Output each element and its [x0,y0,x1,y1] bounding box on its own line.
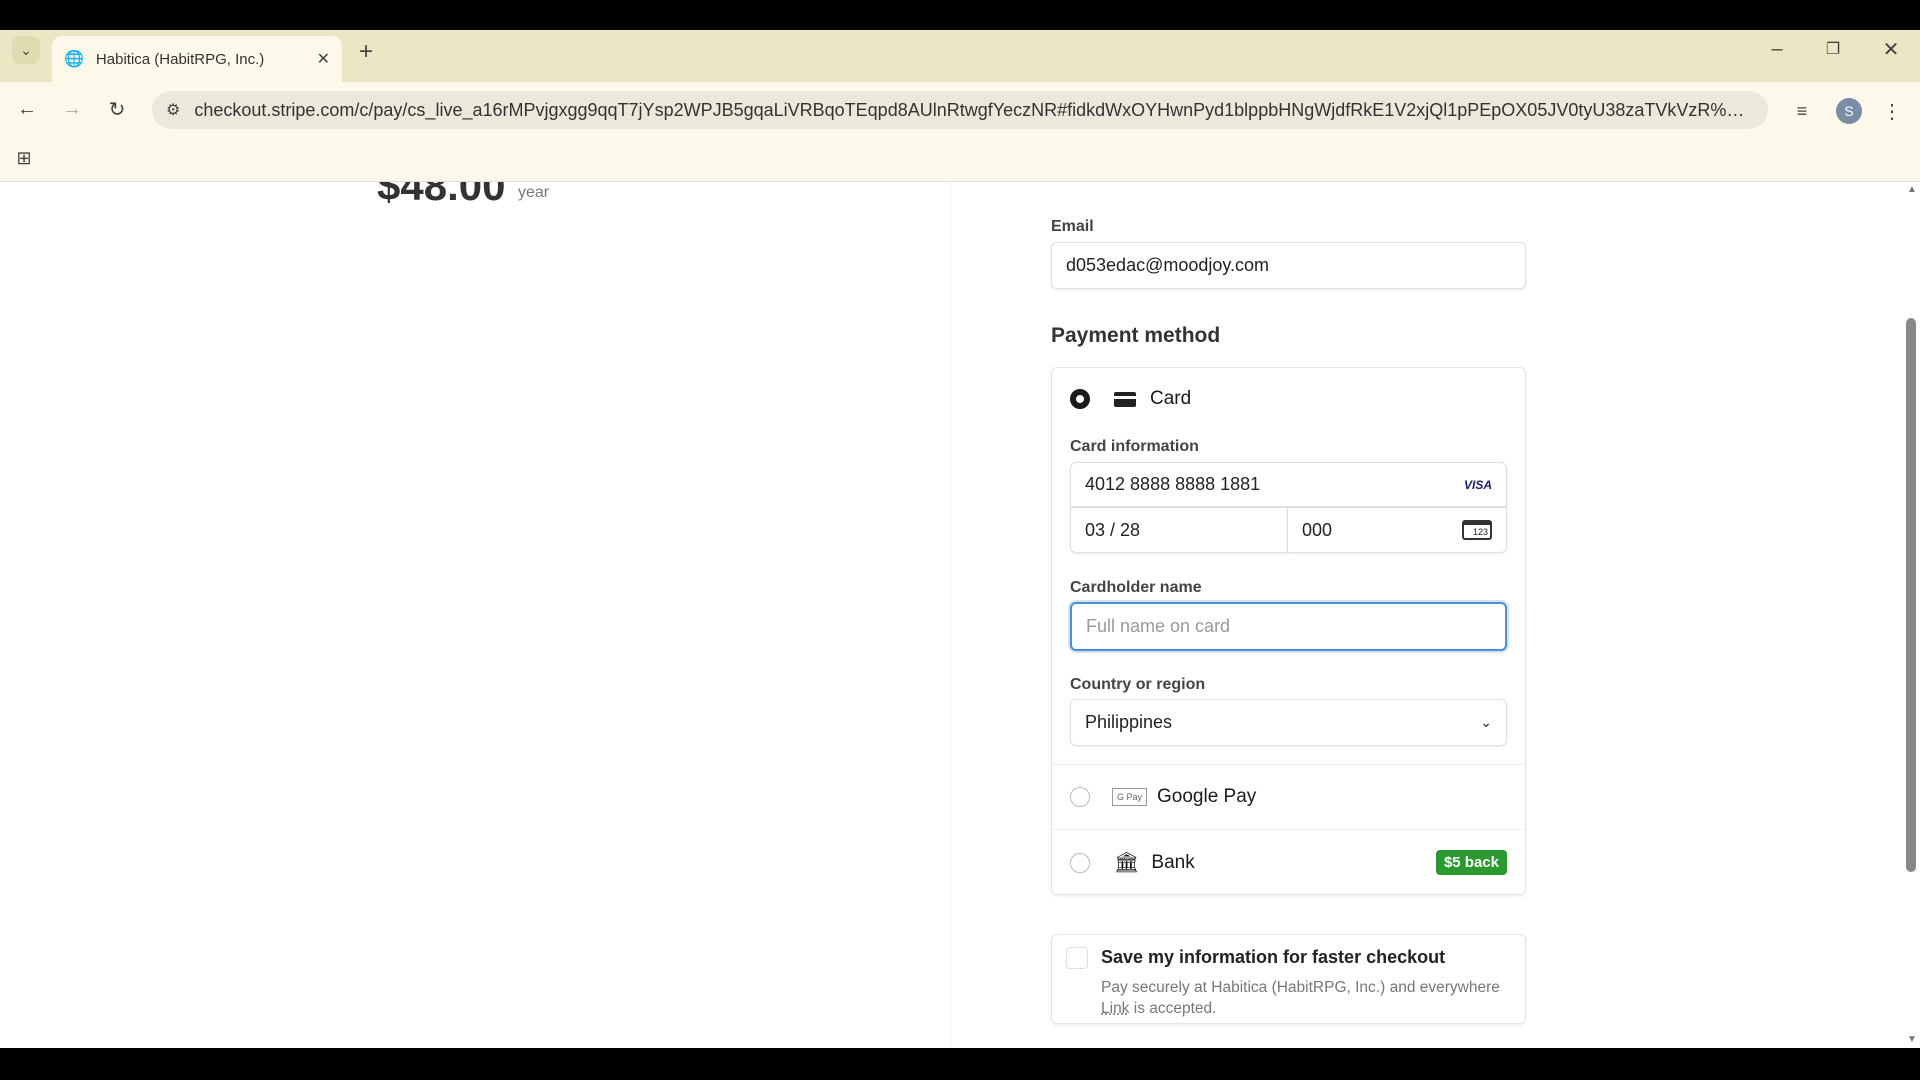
google-pay-option[interactable]: G Pay Google Pay [1070,786,1256,808]
minimize-button[interactable]: – [1762,34,1792,64]
country-select[interactable]: Philippines ⌄ [1070,699,1507,746]
bank-icon: 🏛 [1114,852,1140,874]
payment-method-heading: Payment method [1051,324,1221,347]
save-info-title: Save my information for faster checkout [1101,947,1446,967]
bank-option[interactable]: 🏛 Bank $5 back [1070,850,1507,875]
scroll-down-arrow[interactable]: ▼ [1907,1034,1917,1045]
apps-grid-icon[interactable]: ⊞ [10,144,38,172]
cvc-value: 000 [1302,519,1333,540]
tab-title: Habitica (HabitRPG, Inc.) [95,50,265,68]
restore-button[interactable]: ❐ [1818,34,1848,64]
card-option[interactable]: Card [1070,388,1191,410]
save-desc-text: Pay securely at Habitica (HabitRPG, Inc.… [1101,979,1500,996]
card-number-field[interactable]: 4012 8888 8888 1881 VISA [1070,462,1507,507]
google-pay-label: Google Pay [1157,786,1257,807]
media-controls-icon[interactable]: ≡ [1788,97,1816,125]
card-number-value: 4012 8888 8888 1881 [1085,474,1261,494]
save-desc-text-end: is accepted. [1129,1000,1217,1017]
option-divider [1052,829,1525,830]
top-bar [0,0,1920,30]
cashback-badge: $5 back [1435,850,1507,875]
bottom-bar [0,1048,1920,1080]
reload-button[interactable]: ↻ [102,94,132,124]
address-bar[interactable]: ⚙ checkout.stripe.com/c/pay/cs_live_a16r… [152,91,1768,129]
close-tab-icon[interactable]: ✕ [317,49,330,69]
card-info-label: Card information [1070,438,1199,455]
profile-avatar[interactable]: S [1836,98,1862,124]
menu-kebab-icon[interactable]: ⋮ [1882,97,1902,125]
bank-radio[interactable] [1070,852,1090,873]
back-button[interactable]: ← [12,94,42,124]
email-label: Email [1051,218,1094,235]
country-label: Country or region [1070,676,1206,693]
google-pay-icon: G Pay [1112,788,1148,806]
cvc-field[interactable]: 000 123 [1287,507,1507,553]
cvc-card-icon: 123 [1462,520,1492,540]
visa-icon: VISA [1463,477,1492,492]
price-period: year [518,184,550,201]
new-tab-button[interactable]: + [352,38,380,66]
expiry-value: 03 / 28 [1085,519,1141,540]
scrollbar-thumb[interactable] [1906,318,1916,872]
email-value: d053edac@moodjoy.com [1066,255,1270,275]
close-window-button[interactable]: ✕ [1876,34,1906,64]
chevron-down-icon: ⌄ [1480,714,1492,730]
checkout-page: $48.00 year Email d053edac@moodjoy.com P… [0,182,1920,1048]
option-divider [1052,764,1525,765]
link-link[interactable]: Link [1101,1000,1129,1017]
email-field[interactable]: d053edac@moodjoy.com [1051,242,1526,289]
cardholder-label: Cardholder name [1070,579,1202,596]
column-divider [950,182,951,1048]
forward-button[interactable]: → [57,94,87,124]
country-value: Philippines [1085,712,1173,732]
globe-icon: 🌐 [64,51,84,68]
url-text: checkout.stripe.com/c/pay/cs_live_a16rMP… [194,99,1754,120]
save-info-box: Save my information for faster checkout … [1051,934,1526,1024]
price: $48.00 [377,182,506,209]
payment-method-box: Card Card information 4012 8888 8888 188… [1051,367,1526,895]
bank-label: Bank [1151,851,1195,873]
card-icon [1114,391,1136,407]
cardholder-name-input[interactable]: Full name on card [1070,602,1507,651]
save-info-checkbox[interactable] [1066,947,1088,969]
site-info-icon[interactable]: ⚙ [166,100,180,120]
cardholder-placeholder: Full name on card [1086,616,1231,636]
card-label: Card [1150,388,1192,409]
save-info-description: Pay securely at Habitica (HabitRPG, Inc.… [1101,977,1511,1019]
expiry-field[interactable]: 03 / 28 [1070,507,1288,553]
google-pay-radio[interactable] [1070,787,1090,807]
card-radio[interactable] [1070,389,1090,409]
browser-tab[interactable]: 🌐 Habitica (HabitRPG, Inc.) ✕ [52,36,342,82]
scroll-up-arrow[interactable]: ▲ [1907,184,1917,195]
tab-search-button[interactable]: ⌄ [12,36,40,64]
